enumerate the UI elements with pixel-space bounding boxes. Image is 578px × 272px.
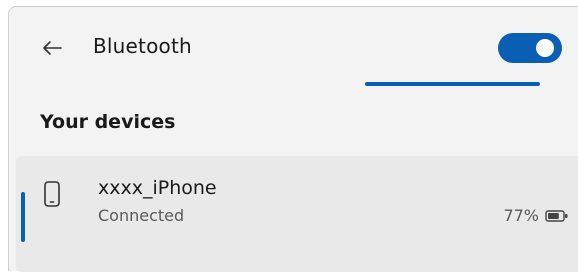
settings-window: Bluetooth Your devices xxxx_iPhone Conne… xyxy=(8,6,578,272)
arrow-left-icon xyxy=(43,41,62,55)
device-name: xxxx_iPhone xyxy=(98,177,217,199)
device-status: Connected xyxy=(98,206,185,225)
toggle-knob xyxy=(536,39,554,57)
phone-icon xyxy=(44,181,60,207)
bluetooth-toggle[interactable] xyxy=(498,33,562,63)
selection-indicator xyxy=(21,192,25,242)
loading-progress-bar xyxy=(365,82,578,86)
page-title: Bluetooth xyxy=(93,34,192,58)
battery-info: 77% xyxy=(503,206,569,225)
progress-fill xyxy=(365,82,541,86)
back-button[interactable] xyxy=(37,33,67,63)
section-heading: Your devices xyxy=(40,111,176,133)
header: Bluetooth xyxy=(9,7,578,85)
battery-icon xyxy=(545,209,568,222)
device-card[interactable]: xxxx_iPhone Connected 77% xyxy=(16,156,578,272)
battery-percentage: 77% xyxy=(503,206,539,225)
